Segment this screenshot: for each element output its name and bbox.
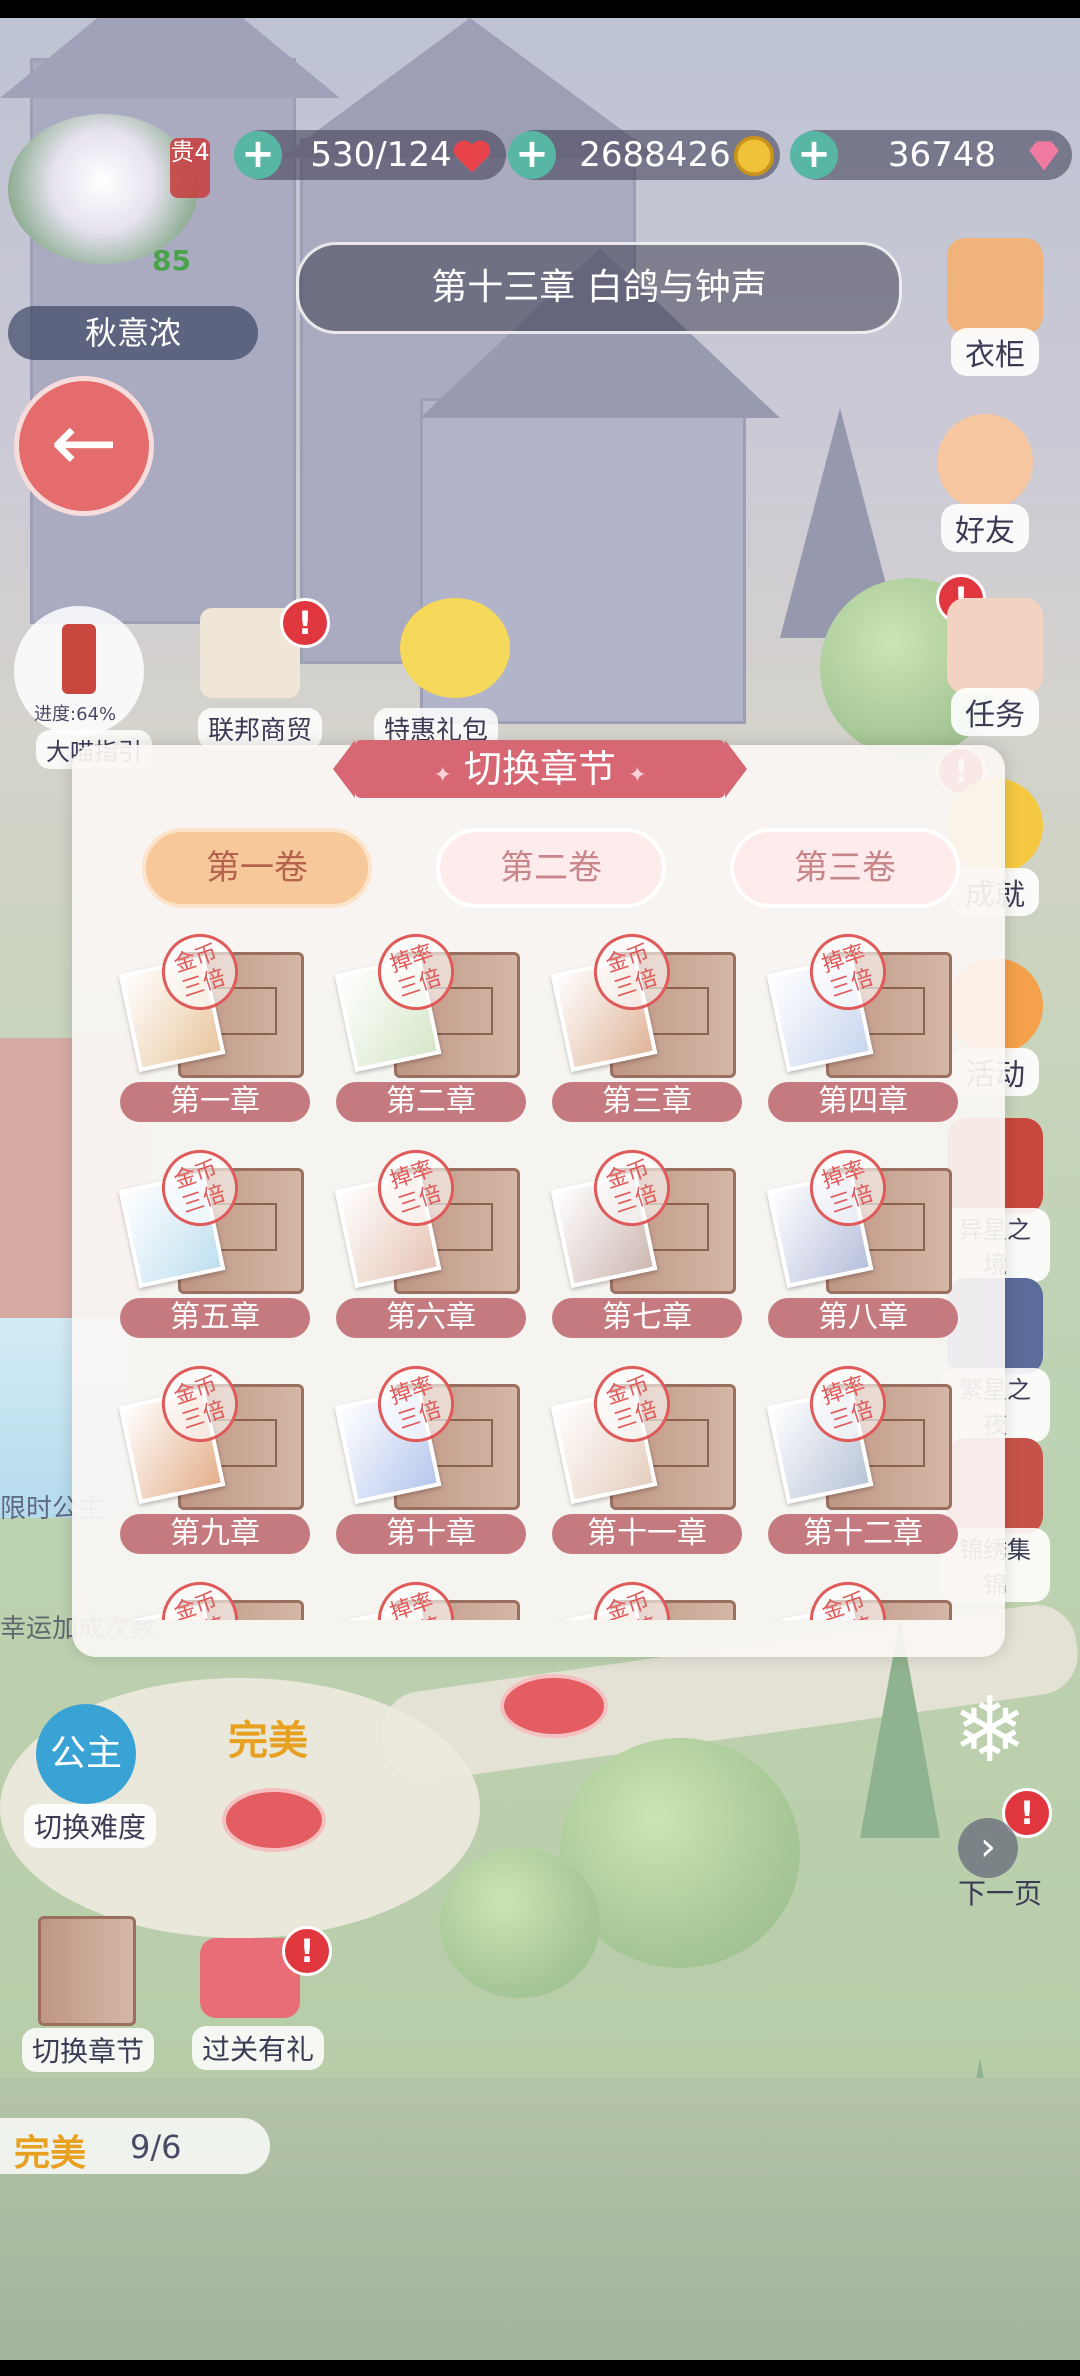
chapter-card[interactable]: 掉率三倍 第十二章 xyxy=(766,1356,968,1562)
tasks-button[interactable]: 任务 xyxy=(940,598,1050,736)
add-gold-button[interactable]: + xyxy=(508,131,556,179)
chapter-card[interactable]: 金币三倍 第一章 xyxy=(118,930,320,1130)
chapter-label: 第十二章 xyxy=(768,1514,958,1554)
next-page-label: 下一页 xyxy=(958,1877,1043,1910)
chapter-card[interactable]: 掉率三倍 第四章 xyxy=(766,930,968,1130)
chapter-card[interactable]: 金币三倍 xyxy=(766,1572,968,1620)
heart-icon xyxy=(453,140,491,173)
chapter-label: 第九章 xyxy=(120,1514,310,1554)
bonus-stamp: 金币三倍 xyxy=(800,1572,896,1620)
dialog-title: ✦ 切换章节 ✦ xyxy=(333,740,747,798)
volume-tab-3[interactable]: 第三卷 xyxy=(734,832,956,904)
chapter-card[interactable]: 金币三倍 xyxy=(118,1572,320,1620)
clear-reward-label[interactable]: 过关有礼 xyxy=(192,2026,325,2070)
chapter-label: 第八章 xyxy=(768,1298,958,1338)
gem-resource: + 36748 xyxy=(790,130,1072,180)
chapter-title-banner: 第十三章 白鸽与钟声 xyxy=(296,242,902,334)
chapter-card[interactable]: 金币三倍 第三章 xyxy=(550,930,752,1130)
chapter-label: 第一章 xyxy=(120,1082,310,1122)
add-stamina-button[interactable]: + xyxy=(234,131,282,179)
difficulty-badge[interactable]: 公主 xyxy=(36,1704,136,1804)
chapter-card[interactable]: 金币三倍 xyxy=(550,1572,752,1620)
star-icon: ✦ xyxy=(433,763,452,788)
wardrobe-label: 衣柜 xyxy=(951,328,1039,376)
next-page-button[interactable]: › xyxy=(958,1818,1018,1878)
volume-tab-2[interactable]: 第二卷 xyxy=(440,832,662,904)
switch-chapter-book-icon[interactable] xyxy=(38,1916,136,2026)
chapter-grid: 金币三倍 第一章 掉率三倍 第二章 金币三倍 第三章 掉率三倍 第四章 金币三倍 第五章 掉率三倍第… xyxy=(72,930,1005,1620)
gold-coin-icon xyxy=(733,135,775,177)
stamina-resource: + 530/124 xyxy=(234,130,506,180)
arrow-left-icon: ← xyxy=(50,396,118,489)
friends-button[interactable]: 好友 xyxy=(930,414,1040,552)
book-icon xyxy=(947,598,1043,694)
stage-node[interactable] xyxy=(222,1788,326,1852)
stage-node[interactable] xyxy=(500,1674,608,1738)
bonus-stamp: 掉率三倍 xyxy=(368,1572,464,1620)
chapter-label: 第七章 xyxy=(552,1298,742,1338)
friends-icon xyxy=(937,414,1033,510)
chapter-card[interactable]: 金币三倍 第五章 xyxy=(118,1140,320,1346)
pink-gem-icon xyxy=(1029,141,1059,171)
switch-chapter-label[interactable]: 切换章节 xyxy=(22,2028,155,2072)
tasks-label: 任务 xyxy=(951,688,1039,736)
chapter-label: 第十一章 xyxy=(552,1514,742,1554)
gold-value: 2688426 xyxy=(579,135,731,175)
chapter-card[interactable]: 掉率三倍 第十章 xyxy=(334,1356,536,1562)
gold-resource: + 2688426 xyxy=(508,130,780,180)
bonus-stamp: 金币三倍 xyxy=(584,1572,680,1620)
chapter-label: 第四章 xyxy=(768,1082,958,1122)
snowflake-icon[interactable]: ❄ xyxy=(952,1686,1027,1776)
chapter-label: 第六章 xyxy=(336,1298,526,1338)
back-button[interactable]: ← xyxy=(14,376,154,516)
wardrobe-icon xyxy=(947,238,1043,334)
star-icon: ✦ xyxy=(628,763,647,788)
cat-guide-button[interactable]: 进度:64% xyxy=(14,606,144,736)
chevron-right-icon: › xyxy=(980,1824,996,1870)
volume-tab-1[interactable]: 第一卷 xyxy=(146,832,368,904)
wardrobe-button[interactable]: 衣柜 xyxy=(940,238,1050,376)
perfect-progress-value: 9/6 xyxy=(130,2128,182,2166)
player-level: 85 xyxy=(152,244,191,277)
player-name: 秋意浓 xyxy=(8,306,258,360)
friends-label: 好友 xyxy=(941,504,1029,552)
chapter-label: 第十章 xyxy=(336,1514,526,1554)
chapter-card[interactable]: 金币三倍 第七章 xyxy=(550,1140,752,1346)
federation-trade-label[interactable]: 联邦商贸 xyxy=(198,708,323,749)
chapter-card[interactable]: 掉率三倍 xyxy=(334,1572,536,1620)
chapter-label: 第二章 xyxy=(336,1082,526,1122)
guide-progress: 进度:64% xyxy=(34,704,117,725)
chapter-card[interactable]: 掉率三倍 第八章 xyxy=(766,1140,968,1346)
chapter-label: 第三章 xyxy=(552,1082,742,1122)
alert-icon: ! xyxy=(282,1926,332,1976)
chapter-card[interactable]: 掉率三倍 第六章 xyxy=(334,1140,536,1346)
alert-icon: ! xyxy=(280,598,330,648)
chick-icon[interactable] xyxy=(400,598,510,698)
perfect-tag: 完美 xyxy=(228,1718,308,1764)
add-gem-button[interactable]: + xyxy=(790,131,838,179)
chapter-label: 第五章 xyxy=(120,1298,310,1338)
chapter-card[interactable]: 掉率三倍 第二章 xyxy=(334,930,536,1130)
chapter-card[interactable]: 金币三倍 第十一章 xyxy=(550,1356,752,1562)
gem-value: 36748 xyxy=(887,135,997,175)
perfect-progress-bar: 完美 9/6 xyxy=(0,2118,270,2174)
stamina-value: 530/124 xyxy=(310,135,452,175)
perfect-progress-label: 完美 xyxy=(14,2133,87,2174)
dialog-title-text: 切换章节 xyxy=(463,747,616,791)
vip-badge: 贵4 xyxy=(170,138,210,198)
bonus-stamp: 金币三倍 xyxy=(152,1572,248,1620)
chapter-card[interactable]: 金币三倍 第九章 xyxy=(118,1356,320,1562)
cat-guide-icon xyxy=(62,624,96,694)
difficulty-label[interactable]: 切换难度 xyxy=(24,1804,157,1848)
